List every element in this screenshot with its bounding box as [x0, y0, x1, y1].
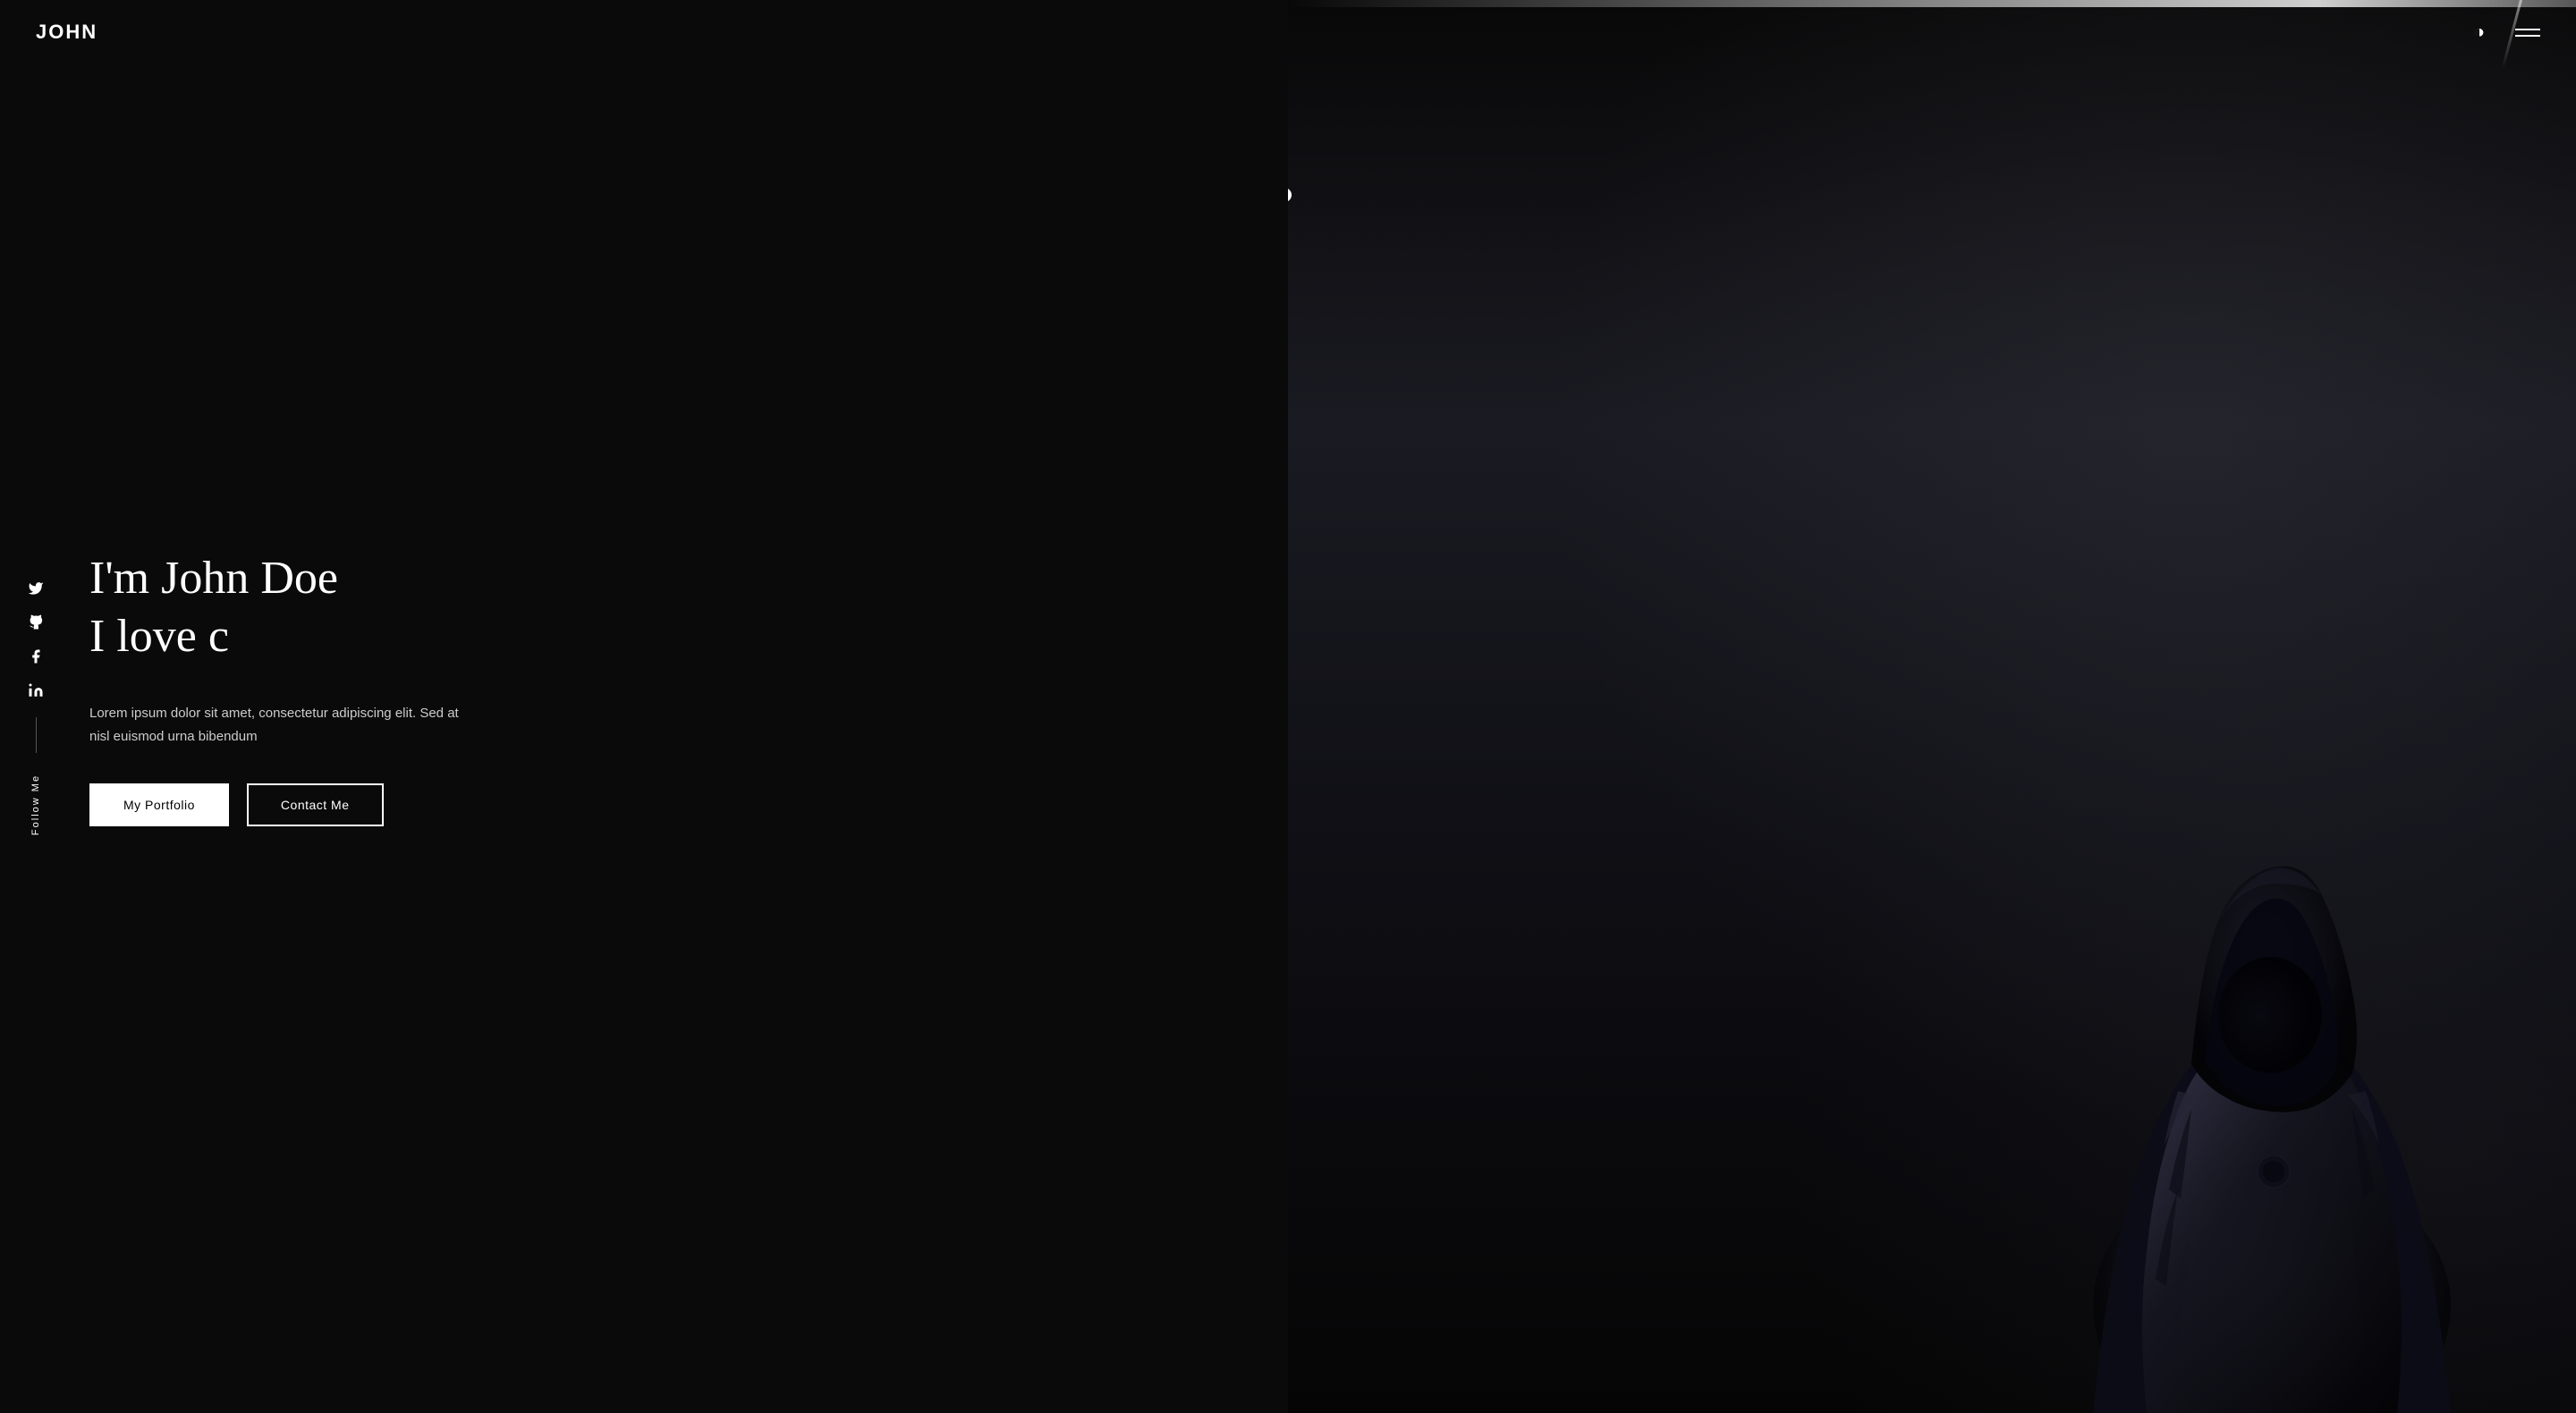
menu-button[interactable]	[2515, 29, 2540, 37]
logo: JOHN	[36, 21, 97, 44]
hero-buttons: My Portfolio Contact Me	[89, 783, 1288, 826]
hero-content: I'm John Doe I love c Lorem ipsum dolor …	[89, 551, 1288, 827]
header: JOHN ◑	[0, 0, 2576, 64]
hero-image	[1288, 0, 2576, 1413]
github-icon[interactable]	[25, 612, 47, 633]
twitter-icon[interactable]	[25, 578, 47, 599]
header-right: ◑	[2465, 18, 2540, 47]
follow-label: Follow Me	[30, 774, 41, 835]
menu-line-1	[2515, 29, 2540, 30]
hero-description: Lorem ipsum dolor sit amet, consectetur …	[89, 702, 465, 748]
hero-name: I'm John Doe	[89, 551, 1288, 606]
theme-toggle-button[interactable]: ◑	[2465, 18, 2494, 47]
menu-line-2	[2515, 35, 2540, 37]
hero-tagline: I love c	[89, 606, 1288, 667]
social-sidebar: Follow Me	[25, 578, 47, 835]
right-panel	[1288, 0, 2576, 1413]
linkedin-icon[interactable]	[25, 680, 47, 701]
hooded-figure	[2039, 787, 2504, 1413]
portfolio-button[interactable]: My Portfolio	[89, 783, 229, 826]
contact-button[interactable]: Contact Me	[247, 783, 384, 826]
theme-icon: ◑	[2474, 22, 2485, 43]
social-divider	[36, 717, 37, 753]
left-panel: Follow Me I'm John Doe I love c Lorem ip…	[0, 0, 1288, 1413]
main-container: Follow Me I'm John Doe I love c Lorem ip…	[0, 0, 2576, 1413]
facebook-icon[interactable]	[25, 646, 47, 667]
